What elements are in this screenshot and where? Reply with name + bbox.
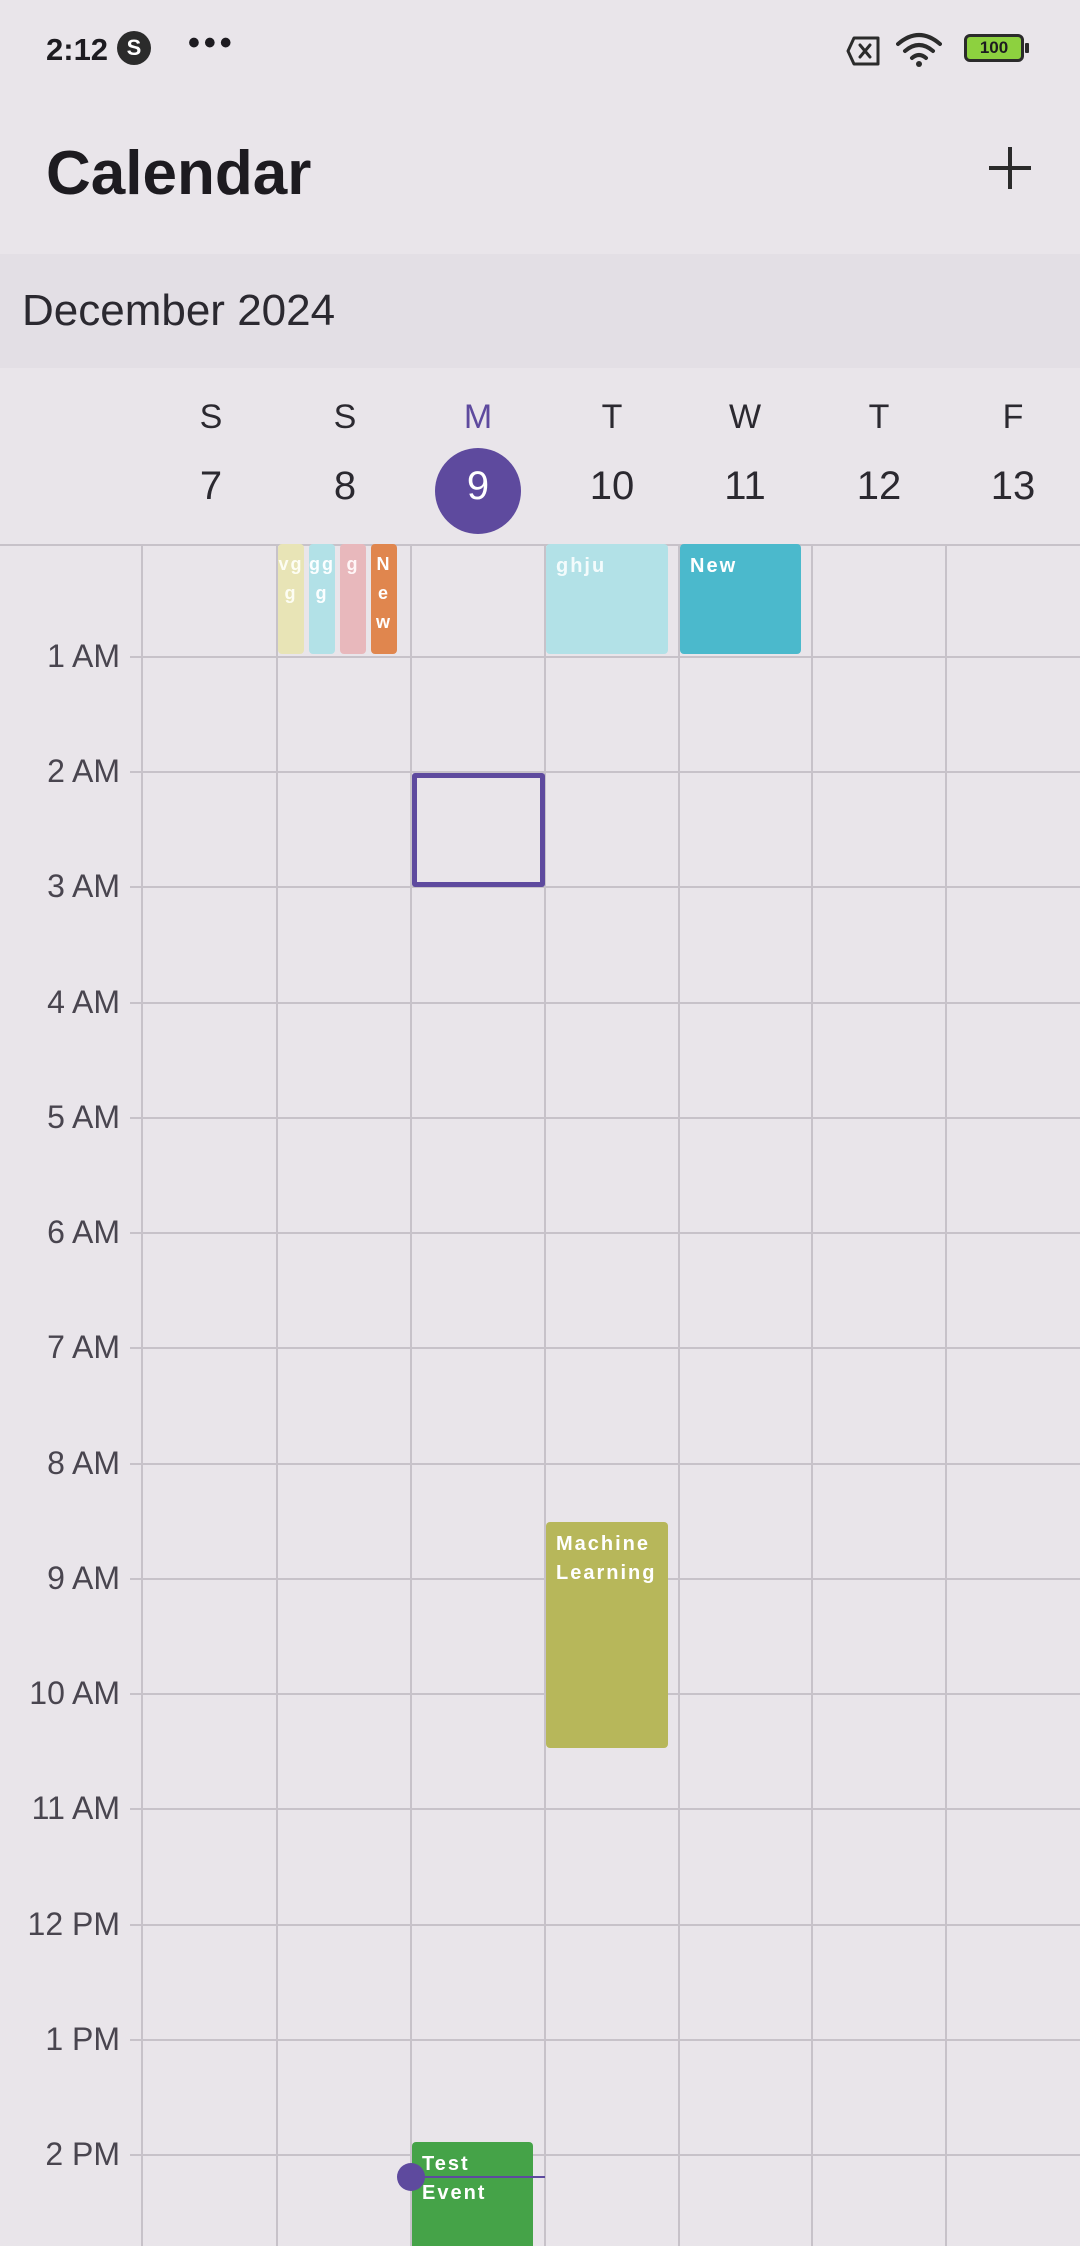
- hour-label: 2 AM: [47, 753, 120, 789]
- grid-line: [130, 1002, 1080, 1004]
- hour-label: 5 AM: [47, 1099, 120, 1135]
- day-header-3[interactable]: T 10: [545, 368, 679, 544]
- current-time-dot: [397, 2163, 425, 2191]
- grid-line: [130, 656, 1080, 658]
- hour-label: 1 AM: [47, 638, 120, 674]
- day-number: 7: [199, 464, 223, 508]
- event-new[interactable]: New: [371, 544, 397, 654]
- event-ghju[interactable]: ghju: [546, 544, 668, 654]
- hour-label: 6 AM: [47, 1214, 120, 1250]
- hour-label: 10 AM: [29, 1675, 120, 1711]
- wifi-icon: [896, 33, 942, 67]
- grid-line: [0, 544, 1080, 546]
- event-test-event[interactable]: Test Event: [412, 2142, 533, 2246]
- hour-label: 8 AM: [47, 1445, 120, 1481]
- day-header-1[interactable]: S 8: [278, 368, 412, 544]
- event-vgg[interactable]: vgg: [278, 544, 304, 654]
- day-letter: S: [333, 398, 357, 436]
- grid-column-divider: [678, 544, 680, 2246]
- week-header: S 7 S 8 M 9 T 10 W 11 T 12 F 13: [0, 368, 1080, 544]
- hour-label: 12 PM: [27, 1906, 120, 1942]
- event-machine-learning[interactable]: Machine Learning: [546, 1522, 668, 1748]
- battery-indicator: 100: [964, 34, 1029, 62]
- hour-label: 11 AM: [31, 1790, 120, 1826]
- status-time: 2:12: [46, 32, 109, 67]
- current-time-line: [412, 2176, 545, 2178]
- hour-label: 9 AM: [47, 1560, 120, 1596]
- add-event-button[interactable]: [970, 128, 1050, 208]
- grid-line: [130, 1232, 1080, 1234]
- day-header-0[interactable]: S 7: [144, 368, 278, 544]
- grid-line: [130, 1463, 1080, 1465]
- month-header[interactable]: December 2024: [0, 254, 1080, 368]
- day-header-5[interactable]: T 12: [812, 368, 946, 544]
- day-number: 13: [990, 464, 1036, 508]
- hour-label: 3 AM: [47, 868, 120, 904]
- day-header-4[interactable]: W 11: [678, 368, 812, 544]
- day-number: 8: [333, 464, 357, 508]
- day-number: 12: [856, 464, 902, 508]
- grid-line: [130, 1924, 1080, 1926]
- hour-label: 4 AM: [47, 984, 120, 1020]
- grid-column-divider: [141, 544, 143, 2246]
- hour-label: 2 PM: [45, 2136, 120, 2172]
- grid-line: [130, 886, 1080, 888]
- hour-label: 7 AM: [47, 1329, 120, 1365]
- grid-line: [130, 1117, 1080, 1119]
- day-letter: T: [601, 398, 623, 436]
- grid-column-divider: [945, 544, 947, 2246]
- day-letter: F: [1002, 398, 1024, 436]
- week-time-grid[interactable]: 1 AM 2 AM 3 AM 4 AM 5 AM 6 AM 7 AM 8 AM …: [0, 544, 1080, 2246]
- grid-line: [130, 771, 1080, 773]
- more-notifications-icon: •••: [188, 24, 236, 62]
- grid-line: [130, 2154, 1080, 2156]
- event-ggg[interactable]: ggg: [309, 544, 335, 654]
- grid-column-divider: [276, 544, 278, 2246]
- day-letter: T: [868, 398, 890, 436]
- day-number: 9: [466, 464, 490, 508]
- month-label: December 2024: [22, 286, 336, 335]
- event-new[interactable]: New: [680, 544, 801, 654]
- status-bar: 2:12 S ••• 100: [0, 0, 1080, 98]
- grid-column-divider: [811, 544, 813, 2246]
- day-number: 11: [724, 464, 766, 508]
- event-g[interactable]: g: [340, 544, 366, 654]
- day-letter: S: [199, 398, 223, 436]
- day-number: 10: [589, 464, 635, 508]
- day-header-today[interactable]: M 9: [411, 368, 545, 544]
- grid-line: [130, 2039, 1080, 2041]
- notification-app-icon: S: [117, 31, 151, 65]
- grid-line: [130, 1808, 1080, 1810]
- day-header-6[interactable]: F 13: [946, 368, 1080, 544]
- grid-line: [130, 1347, 1080, 1349]
- hour-label: 1 PM: [45, 2021, 120, 2057]
- app-bar: Calendar: [0, 98, 1080, 254]
- selected-time-slot[interactable]: [412, 773, 545, 887]
- no-sim-icon: [846, 36, 880, 66]
- page-title: Calendar: [46, 139, 312, 208]
- day-letter: W: [728, 398, 762, 436]
- day-letter: M: [463, 398, 493, 436]
